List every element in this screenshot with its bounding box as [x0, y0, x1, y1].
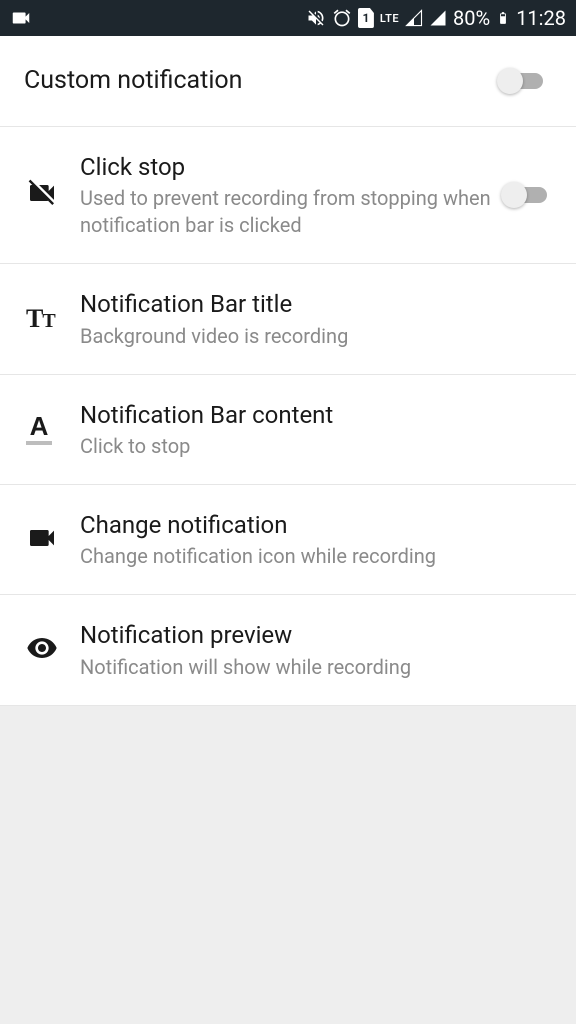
click-stop-row[interactable]: Click stop Used to prevent recording fro…	[0, 127, 576, 264]
setting-title: Click stop	[80, 151, 492, 183]
setting-title: Notification preview	[80, 619, 556, 651]
videocam-icon	[10, 7, 32, 29]
click-stop-toggle[interactable]	[501, 185, 547, 205]
signal-icon-2	[429, 9, 447, 27]
setting-title: Change notification	[80, 509, 556, 541]
alarm-icon	[332, 8, 352, 28]
setting-subtitle: Background video is recording	[80, 323, 556, 350]
setting-subtitle: Used to prevent recording from stopping …	[80, 185, 492, 239]
setting-title: Custom notification	[24, 64, 488, 98]
setting-title: Notification Bar content	[80, 399, 556, 431]
eye-icon	[26, 632, 58, 668]
custom-notification-toggle[interactable]	[497, 71, 543, 91]
custom-notification-row[interactable]: Custom notification	[0, 36, 576, 127]
setting-subtitle: Change notification icon while recording	[80, 543, 556, 570]
notification-preview-row[interactable]: Notification preview Notification will s…	[0, 595, 576, 705]
sim-icon: 1	[358, 8, 374, 28]
signal-icon-1	[405, 9, 423, 27]
mute-icon	[306, 8, 326, 28]
battery-percentage: 80%	[453, 6, 490, 30]
setting-subtitle: Click to stop	[80, 433, 556, 460]
status-bar: 1 LTE 80% 11:28	[0, 0, 576, 36]
text-style-icon: A	[26, 413, 52, 445]
settings-list: Custom notification Click stop Used to p…	[0, 36, 576, 706]
setting-subtitle: Notification will show while recording	[80, 654, 556, 681]
battery-icon	[496, 7, 510, 29]
bar-content-row[interactable]: A Notification Bar content Click to stop	[0, 375, 576, 485]
clock: 11:28	[516, 6, 566, 30]
text-format-icon: TT	[26, 304, 55, 334]
videocam-off-icon	[26, 177, 58, 213]
network-label: LTE	[380, 12, 399, 25]
setting-title: Notification Bar title	[80, 288, 556, 320]
change-notification-row[interactable]: Change notification Change notification …	[0, 485, 576, 595]
videocam-icon	[26, 522, 58, 558]
bar-title-row[interactable]: TT Notification Bar title Background vid…	[0, 264, 576, 374]
